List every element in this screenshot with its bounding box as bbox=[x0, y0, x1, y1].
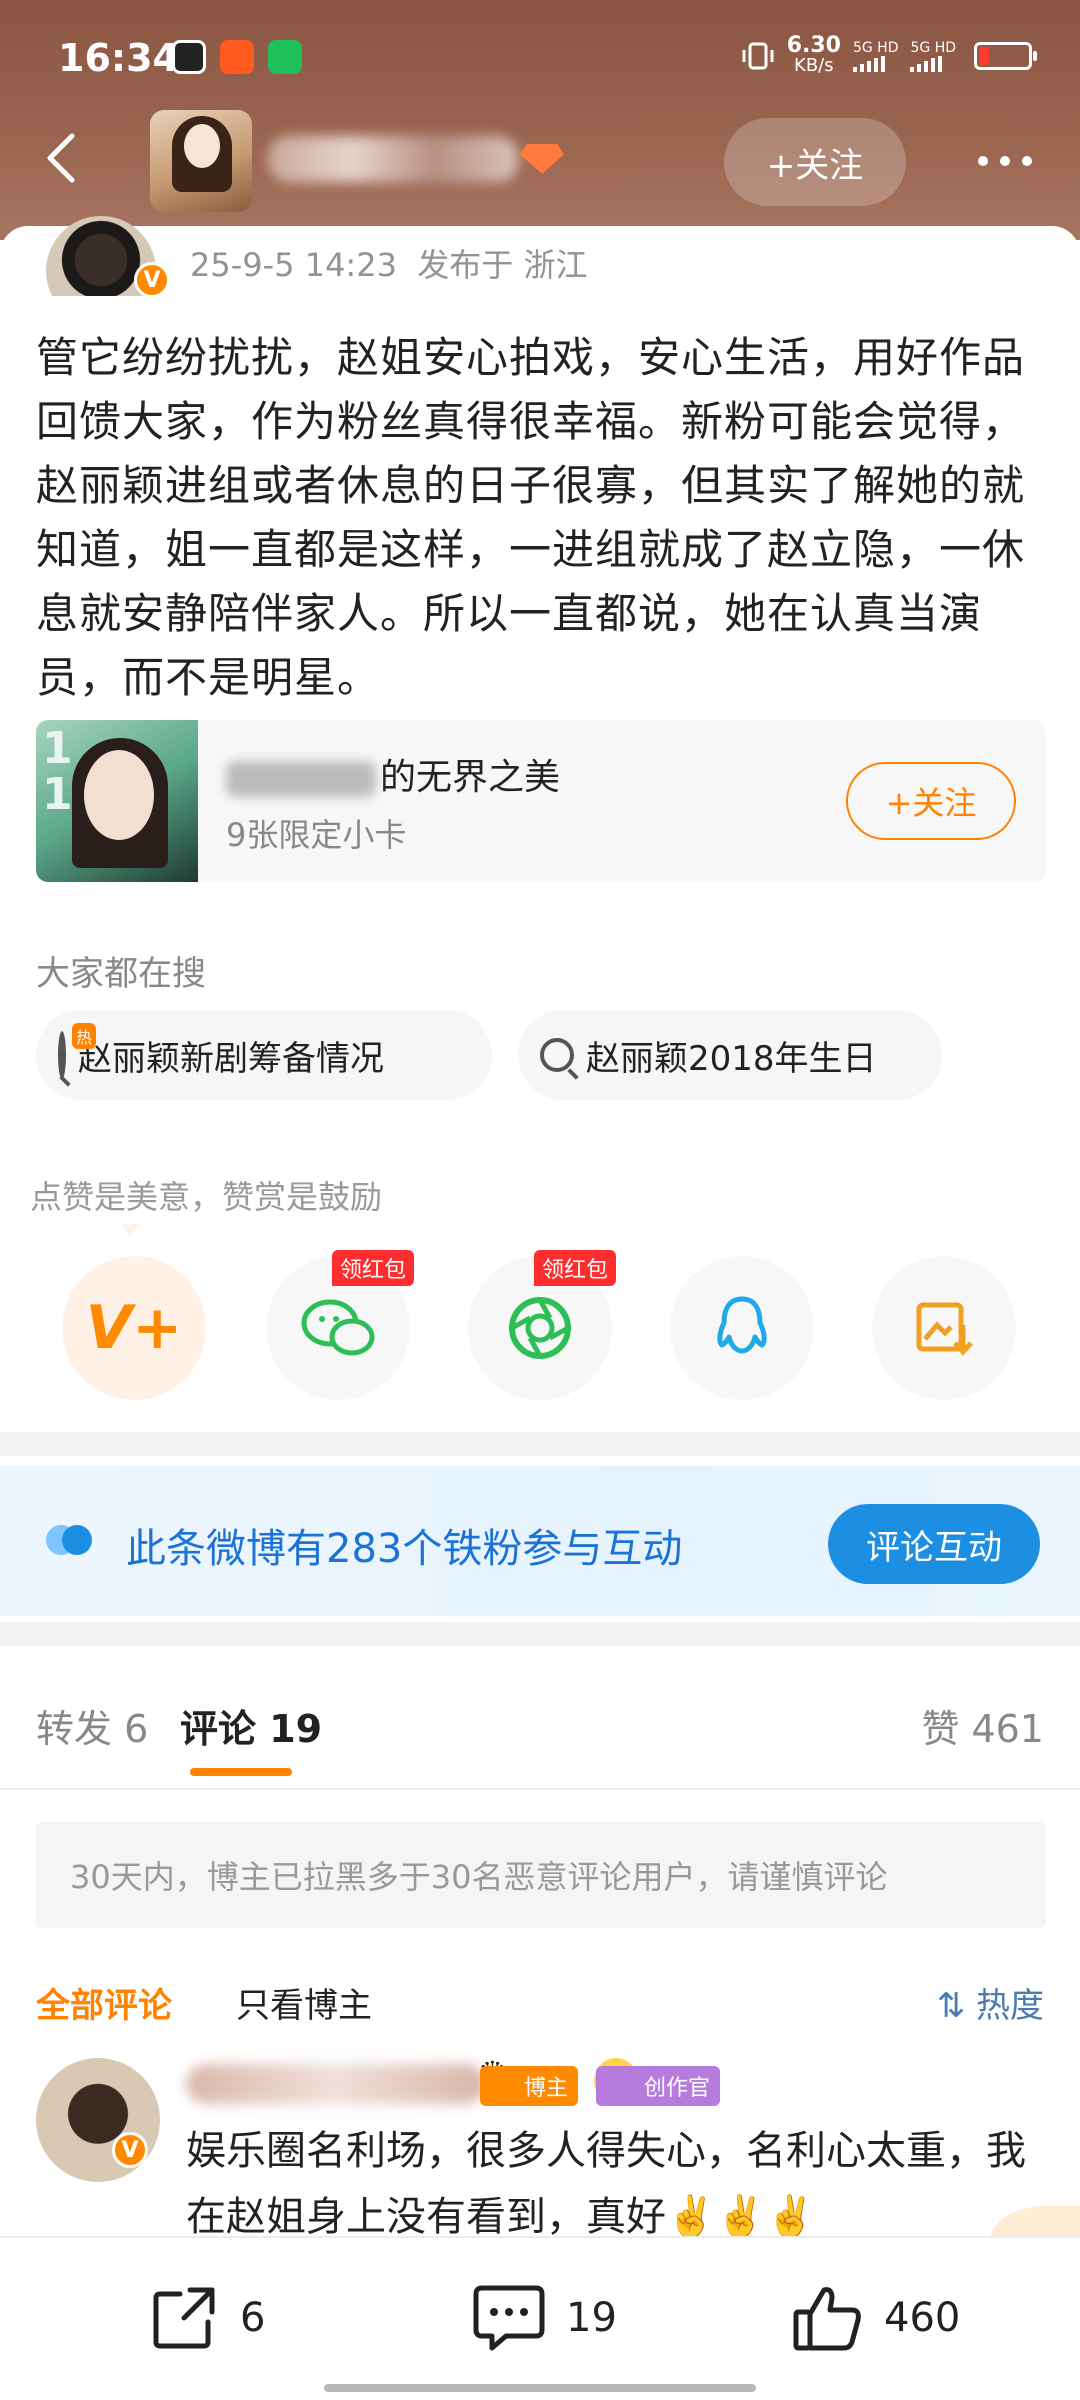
home-indicator[interactable] bbox=[324, 2384, 756, 2392]
status-time: 16:34 bbox=[58, 36, 179, 80]
author-name-blurred[interactable] bbox=[268, 136, 518, 182]
filter-all-comments[interactable]: 全部评论 bbox=[36, 1978, 172, 2027]
filter-author-only[interactable]: 只看博主 bbox=[236, 1978, 372, 2027]
sort-icon: ⇅ bbox=[936, 1986, 966, 2026]
trending-search-heading: 大家都在搜 bbox=[36, 954, 206, 994]
signal-sim2: 5G HD bbox=[910, 40, 956, 72]
post-card: V 25-9-5 14:23 发布于 浙江 管它纷纷扰扰，赵姐安心拍戏，安心生活… bbox=[0, 216, 1080, 2400]
verified-v-icon: V bbox=[112, 2132, 148, 2168]
back-arrow-icon[interactable] bbox=[34, 128, 94, 188]
fan-interaction-text: 此条微博有283个铁粉参与互动 bbox=[126, 1526, 683, 1572]
tab-repost[interactable]: 转发 6 bbox=[36, 1698, 148, 1753]
more-options-icon[interactable] bbox=[960, 136, 1050, 186]
section-separator bbox=[0, 1622, 1080, 1646]
collection-card[interactable]: 11 的无界之美 9张限定小卡 +关注 bbox=[36, 720, 1046, 882]
wechat-icon bbox=[301, 1299, 375, 1356]
image-download-icon bbox=[916, 1302, 973, 1356]
repost-icon bbox=[153, 2287, 215, 2349]
follow-button-header[interactable]: +关注 bbox=[724, 118, 906, 206]
section-separator bbox=[0, 1432, 1080, 1456]
comment-text: 娱乐圈名利场，很多人得失心，名利心太重，我在赵姐身上没有看到，真好✌️✌️✌️ bbox=[186, 2128, 1026, 2240]
collection-subtitle: 9张限定小卡 bbox=[226, 816, 407, 854]
blogger-badge: 博主 bbox=[480, 2066, 579, 2106]
creator-badge: 创作官 bbox=[596, 2066, 721, 2106]
vibrate-icon bbox=[742, 42, 774, 70]
hot-search-icon: 热 bbox=[58, 1023, 97, 1079]
reward-button[interactable]: V+ bbox=[62, 1256, 206, 1400]
commenter-name-blurred[interactable] bbox=[186, 2064, 486, 2104]
collection-thumbnail: 11 bbox=[36, 720, 198, 882]
tab-comment[interactable]: 评论 19 bbox=[180, 1698, 322, 1753]
repost-button[interactable]: 6 bbox=[146, 2278, 265, 2358]
reward-v-plus-icon: V+ bbox=[85, 1293, 183, 1363]
qq-icon bbox=[172, 40, 206, 74]
collection-title: 的无界之美 bbox=[226, 748, 560, 800]
search-icon bbox=[540, 1038, 574, 1072]
save-image-button[interactable] bbox=[872, 1256, 1016, 1400]
moments-icon bbox=[509, 1297, 571, 1359]
thumbs-up-icon bbox=[793, 2287, 861, 2351]
notification-icons bbox=[172, 40, 302, 74]
like-button[interactable]: 460 bbox=[790, 2278, 960, 2358]
red-packet-tag: 领红包 bbox=[534, 1250, 617, 1286]
share-qq-button[interactable] bbox=[670, 1256, 814, 1400]
sort-by-hot[interactable]: ⇅ 热度 bbox=[937, 1978, 1044, 2027]
trending-search-chip[interactable]: 热 赵丽颖新剧筹备情况 bbox=[36, 1010, 492, 1100]
post-timestamp-location: 25-9-5 14:23 发布于 浙江 bbox=[190, 246, 588, 284]
author-avatar-header[interactable] bbox=[150, 110, 252, 212]
fan-interaction-banner[interactable]: 此条微博有283个铁粉参与互动 评论互动 bbox=[0, 1466, 1080, 1616]
membership-diamond-icon bbox=[520, 144, 564, 174]
qq-icon bbox=[717, 1296, 767, 1354]
iqiyi-icon bbox=[268, 40, 302, 74]
status-bar: 16:34 6.30 KB/s 5G HD 5G HD bbox=[0, 0, 1080, 118]
verified-v-icon: V bbox=[134, 262, 170, 298]
collection-follow-button[interactable]: +关注 bbox=[846, 762, 1016, 840]
post-body-text: 管它纷纷扰扰，赵姐安心拍戏，安心生活，用好作品回馈大家，作为粉丝真得很幸福。新粉… bbox=[36, 333, 1026, 702]
tab-like[interactable]: 赞 461 bbox=[921, 1698, 1044, 1753]
nav-bar: +关注 bbox=[0, 110, 1080, 222]
post-author-row: V 25-9-5 14:23 发布于 浙江 bbox=[36, 216, 1036, 298]
taobao-icon bbox=[220, 40, 254, 74]
red-packet-tag: 领红包 bbox=[332, 1250, 415, 1286]
comment-interact-button[interactable]: 评论互动 bbox=[828, 1504, 1040, 1584]
reward-hint-text: 点赞是美意，赞赏是鼓励 bbox=[30, 1178, 383, 1216]
status-indicators: 6.30 KB/s 5G HD 5G HD bbox=[741, 33, 1037, 76]
network-speed: 6.30 KB/s bbox=[786, 33, 841, 76]
signal-sim1: 5G HD bbox=[852, 40, 898, 72]
comment-notice: 30天内，博主已拉黑多于30名恶意评论用户，请谨慎评论 bbox=[36, 1822, 1046, 1928]
comment-button[interactable]: 19 bbox=[470, 2278, 617, 2358]
tab-divider bbox=[0, 1788, 1080, 1790]
trending-search-chip[interactable]: 赵丽颖2018年生日 bbox=[518, 1010, 942, 1100]
tab-active-indicator bbox=[190, 1768, 292, 1776]
reward-hint-caret bbox=[120, 1224, 140, 1236]
battery-icon bbox=[974, 42, 1037, 70]
fan-interaction-icon bbox=[46, 1520, 102, 1560]
bottom-action-bar: 6 19 460 bbox=[0, 2236, 1080, 2400]
comment-icon bbox=[473, 2285, 545, 2351]
